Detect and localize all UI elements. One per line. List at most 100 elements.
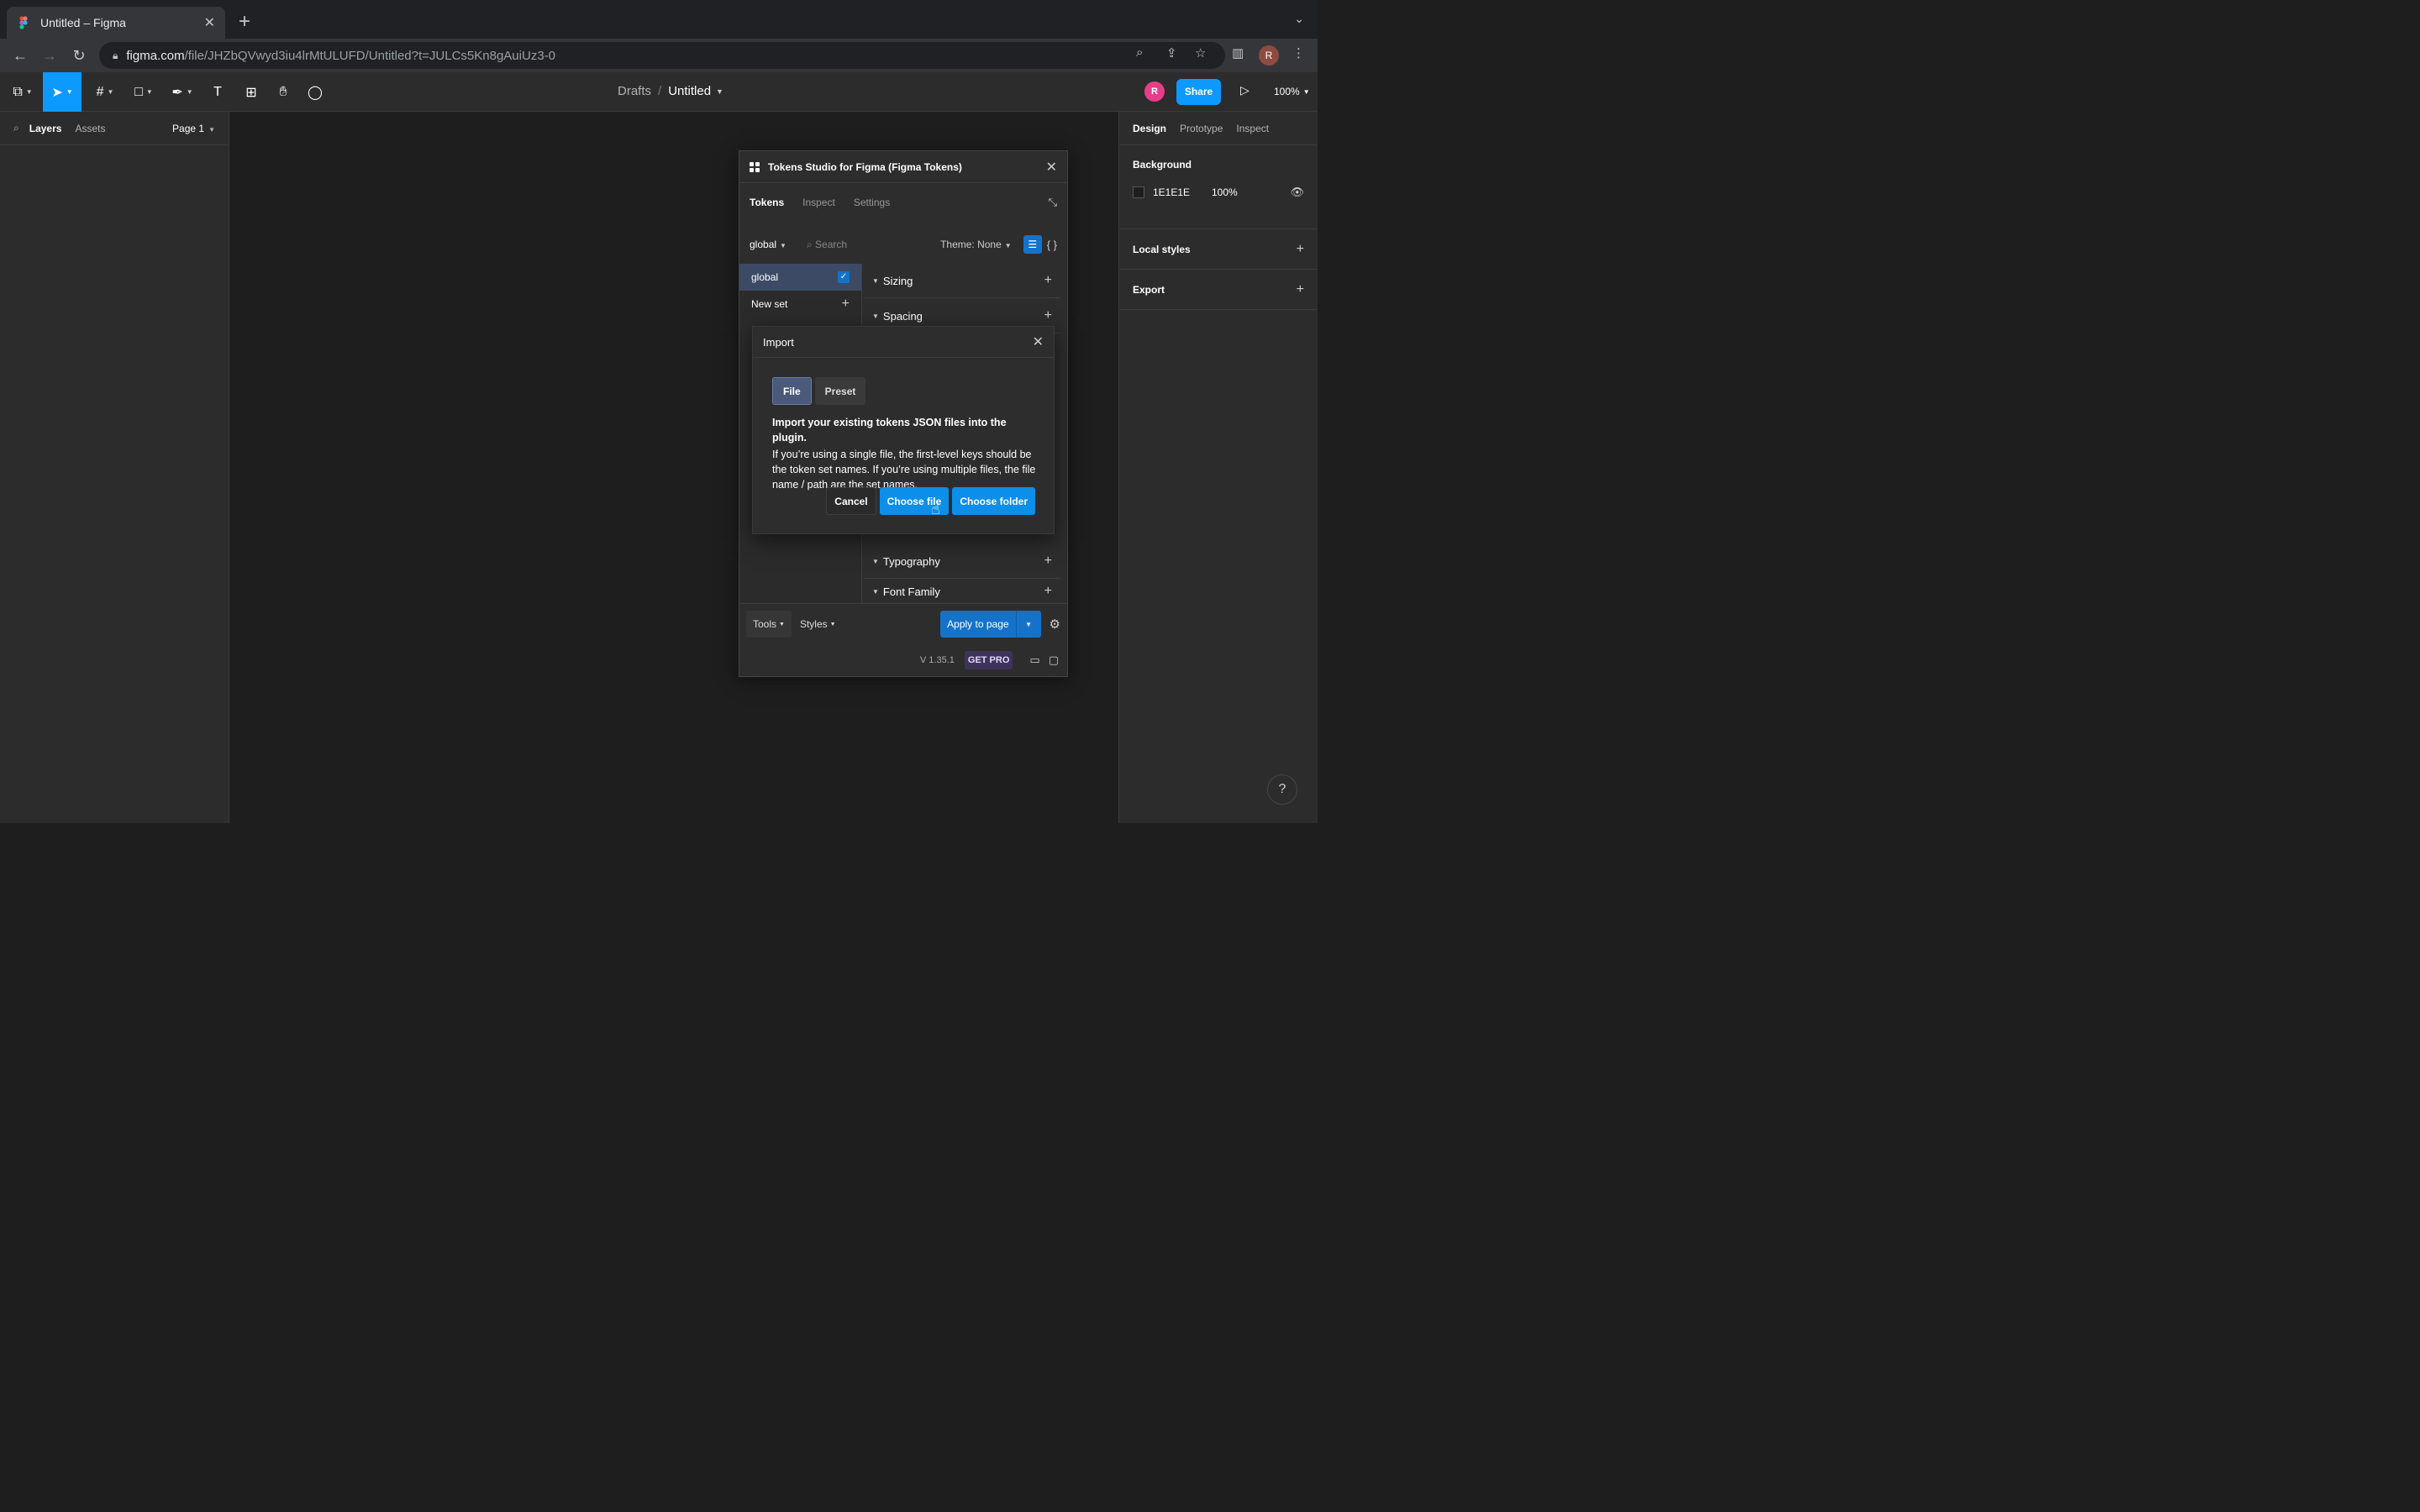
- reload-icon[interactable]: ↻: [69, 45, 89, 66]
- tab-inspect[interactable]: Inspect: [802, 197, 835, 208]
- apply-options-chevron-icon[interactable]: ▼: [1015, 611, 1041, 638]
- new-tab-icon[interactable]: +: [239, 10, 250, 34]
- breadcrumb-drafts[interactable]: Drafts: [618, 84, 651, 98]
- tab-design[interactable]: Design: [1133, 123, 1166, 134]
- token-group-sizing[interactable]: ▼ Sizing +: [864, 264, 1060, 298]
- theme-value: Theme: None: [940, 239, 1002, 250]
- docs-icon[interactable]: ▭: [1029, 654, 1039, 667]
- search-input[interactable]: ⌕ Search: [807, 239, 847, 251]
- add-style-icon[interactable]: +: [1297, 242, 1304, 257]
- token-group-font-family[interactable]: ▼ Font Family +: [864, 580, 1060, 603]
- comment-tool-icon[interactable]: ◯: [296, 72, 334, 112]
- share-button[interactable]: Share: [1176, 79, 1221, 105]
- file-name[interactable]: Untitled: [668, 84, 711, 98]
- version-label: V 1.35.1: [919, 655, 955, 665]
- plugin-title-bar[interactable]: Tokens Studio for Figma (Figma Tokens) ✕: [739, 151, 1067, 183]
- choose-folder-button[interactable]: Choose folder: [952, 487, 1035, 515]
- import-modal-header: Import ✕: [753, 327, 1054, 358]
- caret-down-icon: ▼: [872, 312, 879, 320]
- cancel-button[interactable]: Cancel: [826, 487, 876, 515]
- background-color-swatch[interactable]: [1133, 186, 1144, 198]
- caret-down-icon: ▼: [872, 276, 879, 285]
- tab-search-chevron-icon[interactable]: ⌄: [1294, 12, 1304, 26]
- back-icon[interactable]: ←: [10, 45, 30, 66]
- apply-to-page-button[interactable]: Apply to page: [940, 611, 1016, 638]
- gear-icon[interactable]: ⚙: [1050, 617, 1060, 632]
- theme-selector[interactable]: Theme: None ▼: [940, 239, 1012, 250]
- token-group-name: Typography: [882, 554, 940, 568]
- checkbox-checked-icon[interactable]: ✓: [838, 271, 850, 283]
- tools-button[interactable]: Tools ▼: [746, 611, 792, 638]
- caret-down-icon: ▼: [872, 557, 879, 565]
- browser-menu-icon[interactable]: ⋮: [1292, 45, 1305, 60]
- address-bar[interactable]: 🔒︎ figma.com/file/JHZbQVwyd3iu4lrMtULUFD…: [99, 42, 1225, 69]
- add-export-icon[interactable]: +: [1297, 282, 1304, 297]
- figma-favicon-icon: [17, 16, 30, 29]
- tab-inspect[interactable]: Inspect: [1236, 123, 1269, 134]
- tab-layers[interactable]: Layers: [29, 123, 62, 134]
- add-token-icon[interactable]: +: [1044, 308, 1052, 323]
- add-token-icon[interactable]: +: [1044, 273, 1052, 288]
- present-play-icon[interactable]: ▷: [1240, 83, 1249, 97]
- browser-tab[interactable]: Untitled – Figma ✕: [7, 7, 225, 39]
- new-set-label: New set: [751, 298, 788, 310]
- tab-settings[interactable]: Settings: [854, 197, 890, 208]
- breadcrumb-separator: /: [658, 84, 662, 98]
- zoom-value: 100%: [1274, 86, 1300, 97]
- add-set-icon[interactable]: +: [842, 297, 850, 312]
- frame-tool-icon[interactable]: # ▼: [86, 72, 124, 112]
- design-panel-tabs: Design Prototype Inspect: [1119, 112, 1318, 145]
- layers-panel: ⌕ Layers Assets Page 1 ▼: [0, 112, 229, 823]
- get-pro-badge[interactable]: GET PRO: [964, 651, 1013, 669]
- token-set-global[interactable]: global ✓: [739, 264, 861, 291]
- user-avatar[interactable]: R: [1144, 81, 1165, 102]
- chevron-down-icon[interactable]: ▼: [716, 87, 723, 96]
- tools-label: Tools: [753, 618, 777, 630]
- add-token-icon[interactable]: +: [1044, 554, 1052, 569]
- tab-assets[interactable]: Assets: [75, 123, 105, 134]
- close-tab-icon[interactable]: ✕: [204, 14, 215, 31]
- zoom-icon[interactable]: ⌕: [1136, 45, 1143, 60]
- move-tool-icon[interactable]: ➤ ▼: [43, 72, 82, 112]
- import-actions: Cancel Choose file Choose folder: [823, 487, 1035, 515]
- export-label: Export: [1133, 283, 1165, 296]
- side-panel-icon[interactable]: ▥: [1232, 45, 1244, 60]
- plugin-title: Tokens Studio for Figma (Figma Tokens): [768, 160, 962, 173]
- json-view-icon[interactable]: { }: [1047, 239, 1057, 251]
- zoom-dropdown[interactable]: 100% ▼: [1274, 86, 1310, 97]
- tab-file[interactable]: File: [772, 377, 812, 405]
- set-selector[interactable]: global ▼: [750, 239, 786, 250]
- list-view-icon[interactable]: ☰: [1023, 235, 1042, 254]
- profile-avatar[interactable]: R: [1259, 45, 1279, 66]
- background-hex-input[interactable]: 1E1E1E: [1153, 186, 1212, 198]
- bookmark-star-icon[interactable]: ☆: [1195, 45, 1206, 60]
- page-selector[interactable]: Page 1 ▼: [172, 123, 215, 134]
- token-group-typography[interactable]: ▼ Typography +: [864, 544, 1060, 579]
- forward-icon[interactable]: →: [39, 45, 60, 66]
- feedback-icon[interactable]: ▢: [1049, 654, 1059, 667]
- export-section: Export +: [1119, 270, 1318, 310]
- shape-tool-icon[interactable]: □ ▼: [124, 72, 163, 112]
- add-token-icon[interactable]: +: [1044, 584, 1052, 599]
- plugin-version-bar: V 1.35.1 GET PRO ▭ ▢: [739, 644, 1067, 676]
- close-icon[interactable]: ✕: [1033, 333, 1044, 350]
- new-set-row[interactable]: New set +: [739, 291, 861, 318]
- styles-button[interactable]: Styles ▼: [793, 611, 843, 638]
- token-group-name: Spacing: [882, 309, 923, 323]
- background-opacity-input[interactable]: 100%: [1212, 186, 1238, 198]
- minimize-icon[interactable]: ⤡: [1049, 196, 1057, 209]
- chevron-down-icon: ▼: [780, 242, 786, 249]
- pen-tool-icon[interactable]: ✒ ▼: [163, 72, 202, 112]
- tab-preset[interactable]: Preset: [814, 377, 866, 405]
- close-icon[interactable]: ✕: [1046, 159, 1057, 176]
- tab-prototype[interactable]: Prototype: [1180, 123, 1223, 134]
- tab-tokens[interactable]: Tokens: [750, 197, 784, 208]
- main-menu-icon[interactable]: ⧉ ▼: [3, 72, 42, 112]
- plugin-logo-icon: [750, 161, 760, 172]
- visibility-eye-icon[interactable]: 👁︎: [1290, 186, 1304, 199]
- help-icon[interactable]: ?: [1267, 774, 1297, 805]
- set-selector-value: global: [750, 239, 777, 250]
- import-tabs: File Preset: [772, 377, 869, 405]
- search-icon[interactable]: ⌕: [13, 122, 19, 134]
- share-page-icon[interactable]: ⇪: [1166, 45, 1177, 60]
